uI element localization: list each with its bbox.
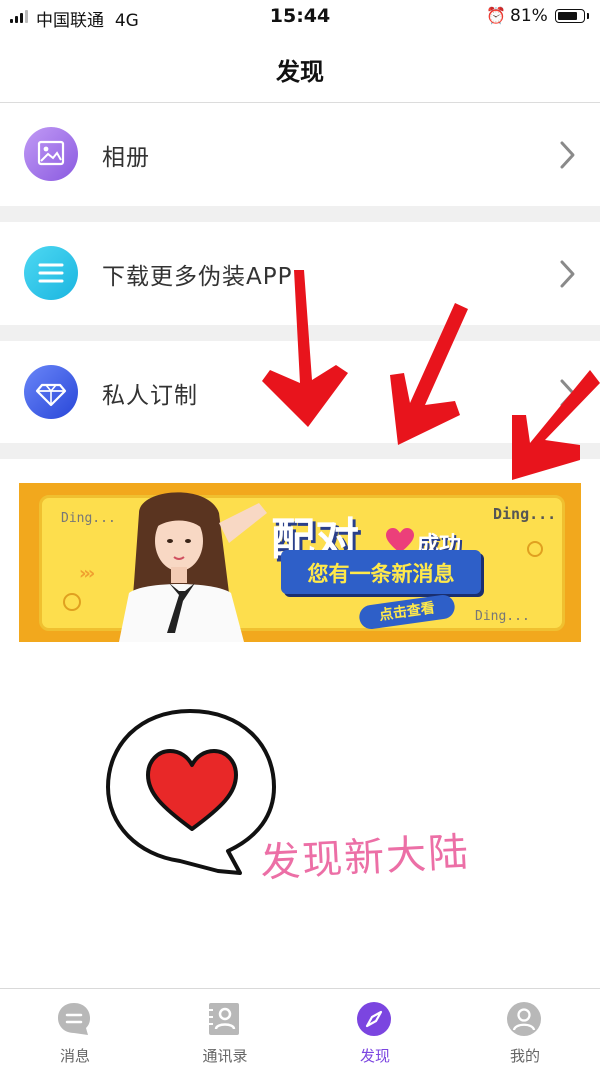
compass-icon: [357, 1002, 391, 1036]
banner-message: 您有一条新消息: [307, 562, 455, 586]
chevron-right-icon: [560, 379, 575, 407]
navigation-bar: 发现: [0, 34, 600, 104]
menu-item-label: 相册: [102, 145, 150, 171]
discover-new-world-graphic: 发现新大陆: [100, 705, 530, 915]
battery-icon: [555, 9, 589, 23]
section-divider: [0, 443, 600, 459]
profile-icon: [507, 1002, 541, 1036]
tab-bar: 消息 通讯录 发现 我的: [0, 988, 600, 1068]
page-title: 发现: [276, 58, 324, 86]
contacts-icon: [209, 1003, 239, 1035]
menu-item-download-apps[interactable]: 下载更多伪装APP: [0, 222, 600, 326]
list-icon: [24, 246, 78, 300]
tab-messages[interactable]: 消息: [0, 989, 150, 1068]
ding-text: Ding...: [493, 505, 557, 523]
circle-decoration-icon: [63, 593, 81, 611]
chevron-right-icon: [560, 141, 575, 169]
menu-item-private-custom[interactable]: 私人订制: [0, 341, 600, 445]
battery-percent: 81%: [510, 6, 548, 26]
chevron-right-icon: [560, 260, 575, 288]
menu-item-label: 下载更多伪装APP: [102, 264, 293, 290]
chat-bubble-icon: [58, 1003, 90, 1035]
album-icon: [24, 127, 78, 181]
circle-decoration-icon: [527, 541, 543, 557]
diamond-icon: [24, 365, 78, 419]
ding-text: Ding...: [475, 609, 530, 624]
alarm-clock-icon: ⏰: [486, 6, 506, 25]
tab-label: 通讯录: [202, 1047, 248, 1065]
discover-text: 发现新大陆: [259, 829, 472, 887]
tab-profile[interactable]: 我的: [450, 989, 600, 1068]
menu-item-label: 私人订制: [102, 383, 198, 409]
tab-label: 消息: [59, 1047, 90, 1065]
status-bar: 中国联通 4G 15:44 ⏰ 81%: [0, 0, 600, 34]
tab-label: 发现: [359, 1047, 390, 1065]
menu-item-album[interactable]: 相册: [0, 103, 600, 207]
chevrons-icon: ›››: [79, 563, 95, 584]
tab-discover[interactable]: 发现: [300, 989, 450, 1068]
section-divider: [0, 206, 600, 222]
match-success-banner[interactable]: Ding... Ding... Ding... ››› 配对 成功 您有一条新消…: [19, 483, 581, 642]
girl-portrait-image: [119, 492, 267, 642]
banner-message-box: 您有一条新消息: [281, 550, 481, 594]
tab-label: 我的: [509, 1047, 540, 1065]
section-divider: [0, 325, 600, 341]
tab-contacts[interactable]: 通讯录: [150, 989, 300, 1068]
